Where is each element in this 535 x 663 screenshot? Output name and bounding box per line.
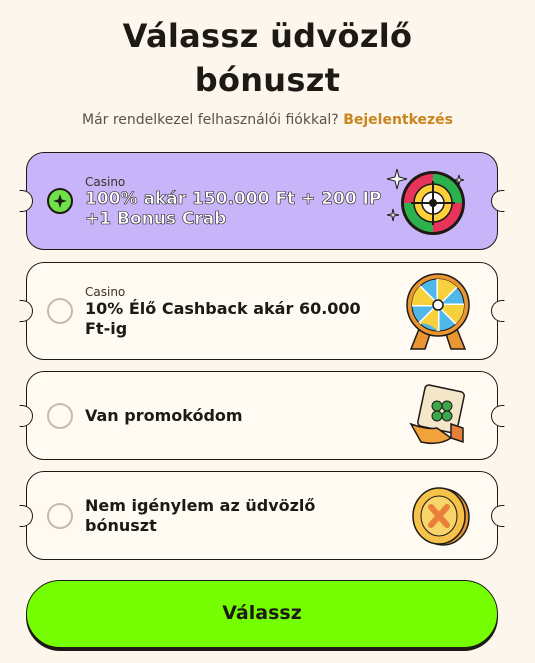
login-prompt-text: Már rendelkezel felhasználói fiókkal? [81,112,339,128]
radio-button[interactable] [47,402,73,429]
option-text: Van promokódom [85,406,405,426]
option-title-line-1: Nem igénylem az üdvözlő [85,496,316,515]
radio-button[interactable] [47,502,73,529]
ticket-notch-right [491,504,505,527]
ticket-notch-right [491,300,505,322]
ticket-notch-left [19,190,33,212]
roulette-wheel-icon [386,161,471,245]
option-text: Nem igénylem az üdvözlő bónuszt [85,496,405,536]
option-title-line-2: bónuszt [85,516,157,535]
option-text: Casino 10% Élő Cashback akár 60.000 Ft-i… [85,285,405,339]
bonus-option-promo-code[interactable]: Van promokódom [19,371,505,460]
option-title-line-2: Ft-ig [85,319,128,338]
login-link[interactable]: Bejelentkezés [343,112,453,128]
option-category: Casino [85,175,126,189]
radio-button[interactable] [47,298,73,324]
option-title-line-1: 100% akár 150.000 Ft + 200 IP [85,189,382,210]
title-line-2: bónuszt [194,61,341,99]
title-line-1: Válassz üdvözlő [122,17,413,55]
option-title-line-1: 10% Élő Cashback akár 60.000 [85,299,361,318]
option-title: Van promokódom [85,406,243,425]
clover-ticket-icon [407,383,471,452]
ticket-notch-right [491,190,505,212]
ticket-notch-right [491,404,505,427]
radio-button-selected[interactable] [47,188,73,214]
option-category: Casino [85,285,126,299]
bonus-option-live-cashback[interactable]: Casino 10% Élő Cashback akár 60.000 Ft-i… [19,262,505,360]
bonus-option-no-bonus[interactable]: Nem igénylem az üdvözlő bónuszt [19,471,505,560]
bonus-option-casino-150000[interactable]: Casino 100% akár 150.000 Ft + 200 IP +1 … [19,152,505,250]
choose-button[interactable]: Válassz [26,580,498,648]
prize-wheel-icon [405,271,471,355]
option-title-line-2: +1 Bonus Crab [85,209,227,230]
ticket-notch-left [19,300,33,322]
option-text: Casino 100% akár 150.000 Ft + 200 IP +1 … [85,175,405,229]
x-coin-icon [411,485,471,551]
login-prompt: Már rendelkezel felhasználói fiókkal? Be… [0,112,535,128]
ticket-notch-left [19,504,33,527]
page-title: Válassz üdvözlő bónuszt [0,14,535,102]
ticket-notch-left [19,404,33,427]
